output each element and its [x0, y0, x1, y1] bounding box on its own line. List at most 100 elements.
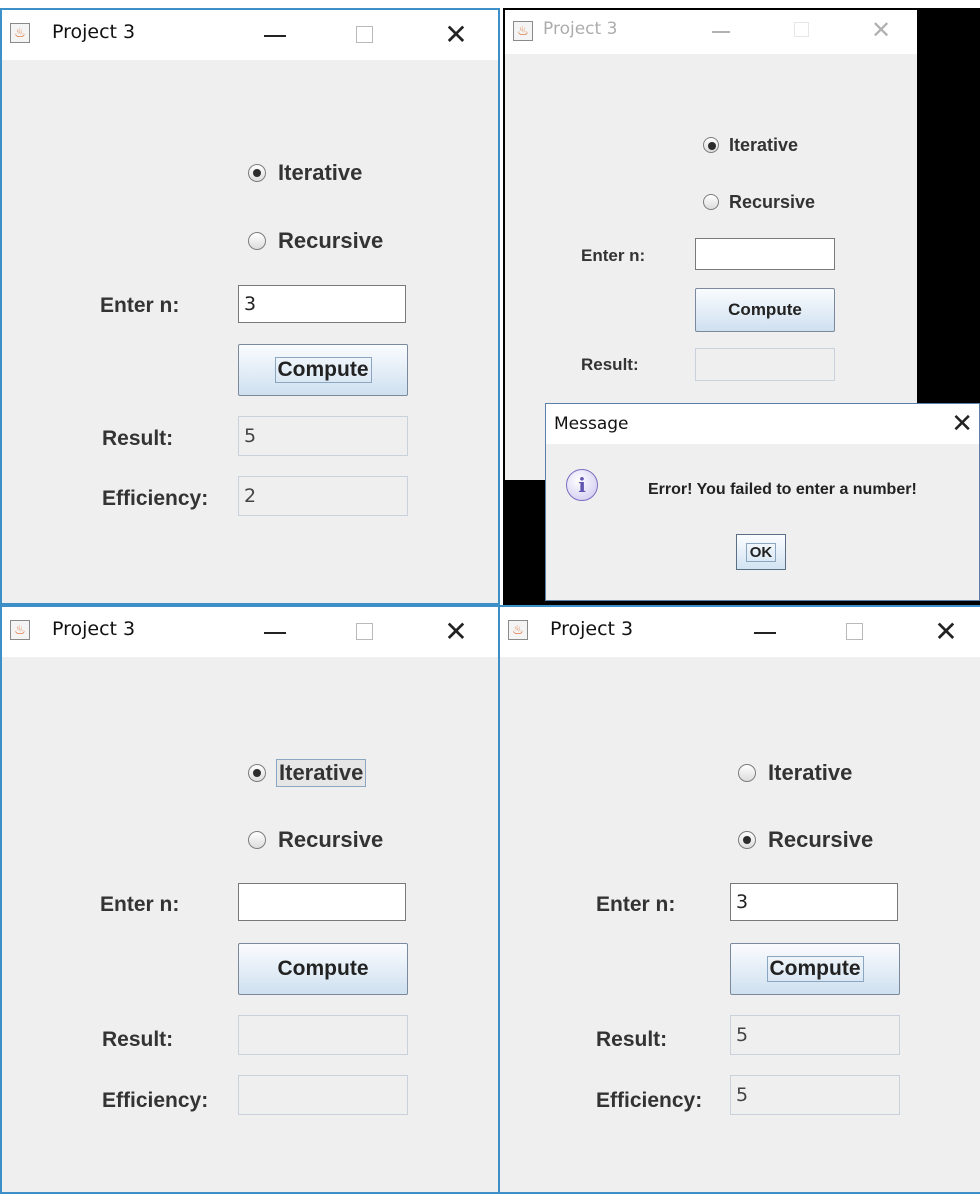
- radio-label-iterative: Iterative: [768, 760, 853, 785]
- close-icon[interactable]: ✕: [951, 408, 973, 439]
- window-title: Project 3: [543, 19, 618, 39]
- maximize-icon: [356, 623, 373, 640]
- close-button[interactable]: ✕: [928, 616, 964, 647]
- compute-button-label: Compute: [766, 956, 864, 982]
- minimize-button[interactable]: [257, 20, 293, 50]
- minimize-icon: [712, 31, 730, 33]
- maximize-button[interactable]: [837, 617, 873, 647]
- radio-iterative[interactable]: Iterative: [248, 158, 364, 188]
- compute-button-label: Compute: [274, 357, 372, 383]
- minimize-button[interactable]: [747, 617, 783, 647]
- maximize-icon: [356, 26, 373, 43]
- radio-label-recursive: Recursive: [768, 827, 874, 852]
- enter-n-label: Enter n:: [596, 893, 676, 916]
- radio-recursive[interactable]: Recursive: [248, 226, 385, 256]
- title-bar[interactable]: ♨ Project 3 ✕: [2, 607, 498, 657]
- radio-label-recursive: Recursive: [729, 191, 816, 212]
- compute-button[interactable]: Compute: [238, 943, 408, 995]
- window-title: Project 3: [52, 21, 136, 43]
- close-button[interactable]: ✕: [438, 19, 474, 50]
- radio-unselected-icon: [248, 831, 266, 849]
- n-input[interactable]: [695, 238, 835, 270]
- radio-label-iterative: Iterative: [278, 160, 363, 185]
- efficiency-field: [238, 1075, 408, 1115]
- title-bar[interactable]: ♨ Project 3 ✕: [500, 607, 980, 657]
- ok-button[interactable]: OK: [736, 534, 786, 570]
- result-label: Result:: [581, 355, 639, 374]
- java-cup-icon: ♨: [10, 620, 30, 640]
- radio-selected-icon: [248, 164, 266, 182]
- compute-button-label: Compute: [277, 957, 369, 980]
- result-field: [238, 1015, 408, 1055]
- enter-n-label: Enter n:: [100, 893, 180, 916]
- compute-button[interactable]: Compute: [238, 344, 408, 396]
- radio-recursive[interactable]: Recursive: [248, 825, 385, 855]
- efficiency-label: Efficiency:: [102, 1089, 209, 1112]
- result-field: 5: [730, 1015, 900, 1055]
- result-label: Result:: [102, 1028, 174, 1051]
- radio-iterative[interactable]: Iterative: [738, 758, 854, 788]
- radio-label-recursive: Recursive: [278, 228, 384, 253]
- n-input[interactable]: 3: [238, 285, 406, 323]
- compute-button-label: Compute: [728, 300, 802, 319]
- radio-selected-icon: [248, 764, 266, 782]
- efficiency-label: Efficiency:: [596, 1089, 703, 1112]
- radio-unselected-icon: [248, 232, 266, 250]
- enter-n-label: Enter n:: [581, 246, 646, 265]
- maximize-button[interactable]: [347, 20, 383, 50]
- radio-label-iterative: Iterative: [729, 134, 799, 155]
- dialog-title: Message: [554, 414, 629, 434]
- result-label: Result:: [596, 1028, 668, 1051]
- close-icon: ✕: [870, 17, 892, 44]
- radio-recursive[interactable]: Recursive: [738, 825, 875, 855]
- java-cup-icon: ♨: [513, 21, 533, 41]
- n-input[interactable]: 3: [730, 883, 898, 921]
- maximize-icon: [794, 22, 809, 37]
- result-field: 5: [238, 416, 408, 456]
- radio-iterative[interactable]: Iterative: [703, 130, 800, 160]
- minimize-icon: [264, 632, 286, 634]
- radio-iterative[interactable]: Iterative: [248, 758, 367, 788]
- maximize-button[interactable]: [347, 617, 383, 647]
- result-field: [695, 348, 835, 381]
- title-bar[interactable]: ♨ Project 3 ✕: [505, 10, 917, 54]
- compute-button[interactable]: Compute: [730, 943, 900, 995]
- minimize-button[interactable]: [257, 617, 293, 647]
- window-empty-input: ♨ Project 3 ✕ Iterative Recursive Enter …: [0, 605, 500, 1194]
- close-button[interactable]: ✕: [438, 616, 474, 647]
- close-icon: ✕: [444, 616, 468, 647]
- radio-label-iterative: Iterative: [276, 759, 367, 787]
- radio-unselected-icon: [703, 194, 719, 210]
- n-input[interactable]: [238, 883, 406, 921]
- minimize-icon: [264, 35, 286, 37]
- close-icon: ✕: [934, 616, 958, 647]
- minimize-icon: [754, 632, 776, 634]
- radio-selected-icon: [738, 831, 756, 849]
- minimize-button[interactable]: [705, 16, 741, 46]
- efficiency-field: 5: [730, 1075, 900, 1115]
- java-cup-icon: ♨: [10, 23, 30, 43]
- close-button[interactable]: ✕: [863, 16, 899, 46]
- efficiency-label: Efficiency:: [102, 487, 209, 510]
- radio-unselected-icon: [738, 764, 756, 782]
- title-bar[interactable]: ♨ Project 3 ✕: [2, 10, 498, 60]
- enter-n-label: Enter n:: [100, 294, 180, 317]
- info-icon: i: [566, 469, 598, 501]
- compute-button[interactable]: Compute: [695, 288, 835, 332]
- ok-button-label: OK: [745, 542, 777, 562]
- result-label: Result:: [102, 427, 174, 450]
- window-recursive-result: ♨ Project 3 ✕ Iterative Recursive Enter …: [498, 605, 980, 1194]
- radio-recursive[interactable]: Recursive: [703, 187, 817, 217]
- java-cup-icon: ♨: [508, 620, 528, 640]
- close-icon: ✕: [444, 19, 468, 50]
- maximize-button[interactable]: [785, 16, 821, 46]
- radio-selected-icon: [703, 137, 719, 153]
- dialog-title-bar[interactable]: Message ✕: [546, 404, 979, 444]
- window-title: Project 3: [550, 618, 634, 640]
- message-dialog: Message ✕ i Error! You failed to enter a…: [545, 403, 980, 601]
- efficiency-field: 2: [238, 476, 408, 516]
- window-iterative-result: ♨ Project 3 ✕ Iterative Recursive Enter …: [0, 8, 500, 605]
- error-message: Error! You failed to enter a number!: [648, 481, 917, 498]
- maximize-icon: [846, 623, 863, 640]
- radio-label-recursive: Recursive: [278, 827, 384, 852]
